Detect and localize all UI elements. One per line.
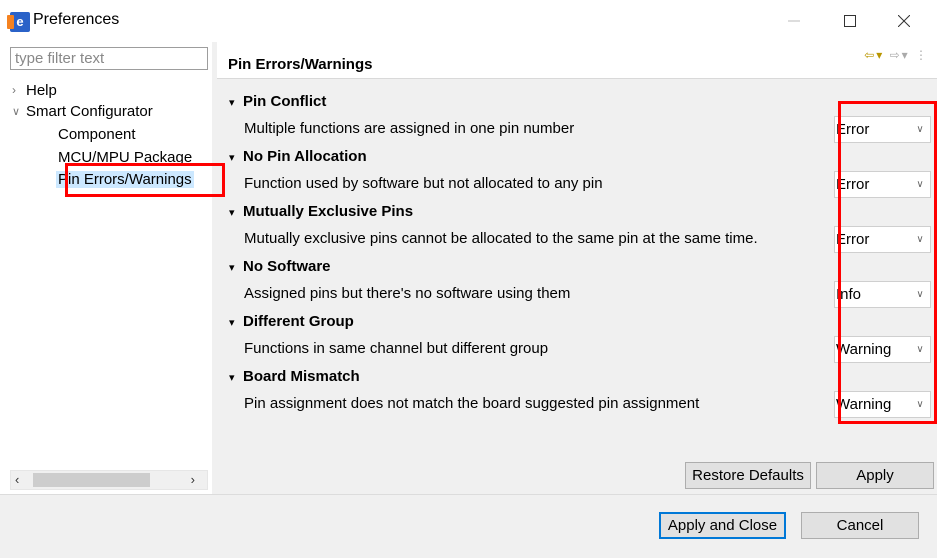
chevron-down-icon: ∨ (916, 234, 924, 245)
maximize-button[interactable] (827, 6, 873, 36)
caret-down-icon: ▾ (229, 317, 235, 329)
apply-and-close-button[interactable]: Apply and Close (659, 512, 786, 539)
chevron-down-icon: ∨ (916, 179, 924, 190)
forward-menu-icon[interactable]: ▾ (902, 48, 910, 62)
caret-down-icon: ▾ (229, 152, 235, 164)
severity-select-pin-conflict[interactable]: Error ∨ (834, 116, 931, 143)
severity-select-no-pin-allocation[interactable]: Error ∨ (834, 171, 931, 198)
tree-item-label: Smart Configurator (26, 102, 153, 120)
preference-page: Pin Errors/Warnings ⇦▾ ⇨▾ ⋮ ▾ Pin Conflic… (217, 42, 937, 494)
chevron-down-icon: ∨ (916, 124, 924, 135)
section-no-pin-allocation[interactable]: ▾ No Pin Allocation (229, 148, 367, 165)
page-title: Pin Errors/Warnings (228, 56, 373, 73)
section-description: Pin assignment does not match the board … (244, 395, 700, 412)
section-description: Function used by software but not alloca… (244, 175, 603, 192)
section-pin-conflict[interactable]: ▾ Pin Conflict (229, 93, 326, 110)
chevron-down-icon: ∨ (916, 399, 924, 410)
minimize-button[interactable] (771, 6, 817, 36)
tree-item-label: MCU/MPU Package (58, 148, 193, 166)
section-different-group[interactable]: ▾ Different Group (229, 313, 354, 330)
section-title: Mutually Exclusive Pins (243, 203, 414, 220)
page-header: Pin Errors/Warnings ⇦▾ ⇨▾ ⋮ (217, 42, 937, 79)
section-board-mismatch[interactable]: ▾ Board Mismatch (229, 368, 360, 385)
section-description: Assigned pins but there's no software us… (244, 285, 571, 302)
severity-select-no-software[interactable]: Info ∨ (834, 281, 931, 308)
section-mutually-exclusive-pins[interactable]: ▾ Mutually Exclusive Pins (229, 203, 413, 220)
section-description: Mutually exclusive pins cannot be alloca… (244, 230, 758, 247)
tree-item-mcu-mpu-package[interactable]: MCU/MPU Package (58, 146, 192, 168)
severity-value: Error (836, 121, 870, 138)
caret-down-icon: ▾ (229, 97, 235, 109)
chevron-down-icon: ∨ (916, 289, 924, 300)
forward-arrow-icon[interactable]: ⇨ (890, 48, 902, 62)
severity-value: Warning (836, 396, 892, 413)
severity-select-board-mismatch[interactable]: Warning ∨ (834, 391, 931, 418)
preferences-tree-panel: › Help ∨ Smart Configurator Component MC… (0, 42, 212, 494)
tree-item-label: Component (58, 125, 136, 143)
window-title: Preferences (33, 11, 120, 28)
section-description: Multiple functions are assigned in one p… (244, 120, 575, 137)
navigation-controls: ⇦▾ ⇨▾ ⋮ (864, 48, 929, 62)
close-button[interactable] (881, 6, 927, 36)
maximize-icon (844, 15, 856, 27)
caret-down-icon: ▾ (229, 207, 235, 219)
view-menu-icon[interactable]: ⋮ (915, 48, 929, 62)
tree-item-pin-errors-warnings[interactable]: Pin Errors/Warnings (56, 168, 194, 190)
chevron-right-icon[interactable]: › (12, 83, 26, 97)
section-title: Pin Conflict (243, 93, 327, 110)
tree-item-label: Pin Errors/Warnings (56, 170, 194, 188)
cancel-button[interactable]: Cancel (801, 512, 919, 539)
scroll-right-icon[interactable]: › (191, 471, 195, 489)
back-menu-icon[interactable]: ▾ (876, 48, 884, 62)
severity-value: Error (836, 176, 870, 193)
close-icon (898, 15, 910, 27)
section-no-software[interactable]: ▾ No Software (229, 258, 331, 275)
tree-item-label: Help (26, 81, 57, 99)
scrollbar-thumb[interactable] (33, 473, 150, 487)
chevron-down-icon: ∨ (916, 344, 924, 355)
scroll-left-icon[interactable]: ‹ (15, 471, 19, 489)
app-icon: e (7, 12, 30, 32)
tree-item-smart-configurator[interactable]: ∨ Smart Configurator (12, 100, 153, 122)
severity-value: Warning (836, 341, 892, 358)
minimize-icon (788, 20, 800, 22)
severity-value: Info (836, 286, 862, 303)
restore-defaults-button[interactable]: Restore Defaults (685, 462, 811, 489)
section-title: Different Group (243, 313, 354, 330)
tree-item-help[interactable]: › Help (12, 79, 57, 101)
section-title: Board Mismatch (243, 368, 360, 385)
title-bar: e Preferences (0, 0, 937, 42)
caret-down-icon: ▾ (229, 372, 235, 384)
severity-value: Error (836, 231, 870, 248)
filter-input[interactable] (10, 47, 208, 70)
caret-down-icon: ▾ (229, 262, 235, 274)
tree-item-component[interactable]: Component (58, 123, 136, 145)
severity-select-mutually-exclusive-pins[interactable]: Error ∨ (834, 226, 931, 253)
severity-select-different-group[interactable]: Warning ∨ (834, 336, 931, 363)
section-title: No Pin Allocation (243, 148, 367, 165)
section-description: Functions in same channel but different … (244, 340, 549, 357)
section-title: No Software (243, 258, 331, 275)
chevron-down-icon[interactable]: ∨ (12, 105, 26, 118)
apply-button[interactable]: Apply (816, 462, 934, 489)
footer-separator (0, 494, 937, 495)
back-arrow-icon[interactable]: ⇦ (864, 48, 876, 62)
horizontal-scrollbar[interactable]: ‹ › (10, 470, 208, 490)
